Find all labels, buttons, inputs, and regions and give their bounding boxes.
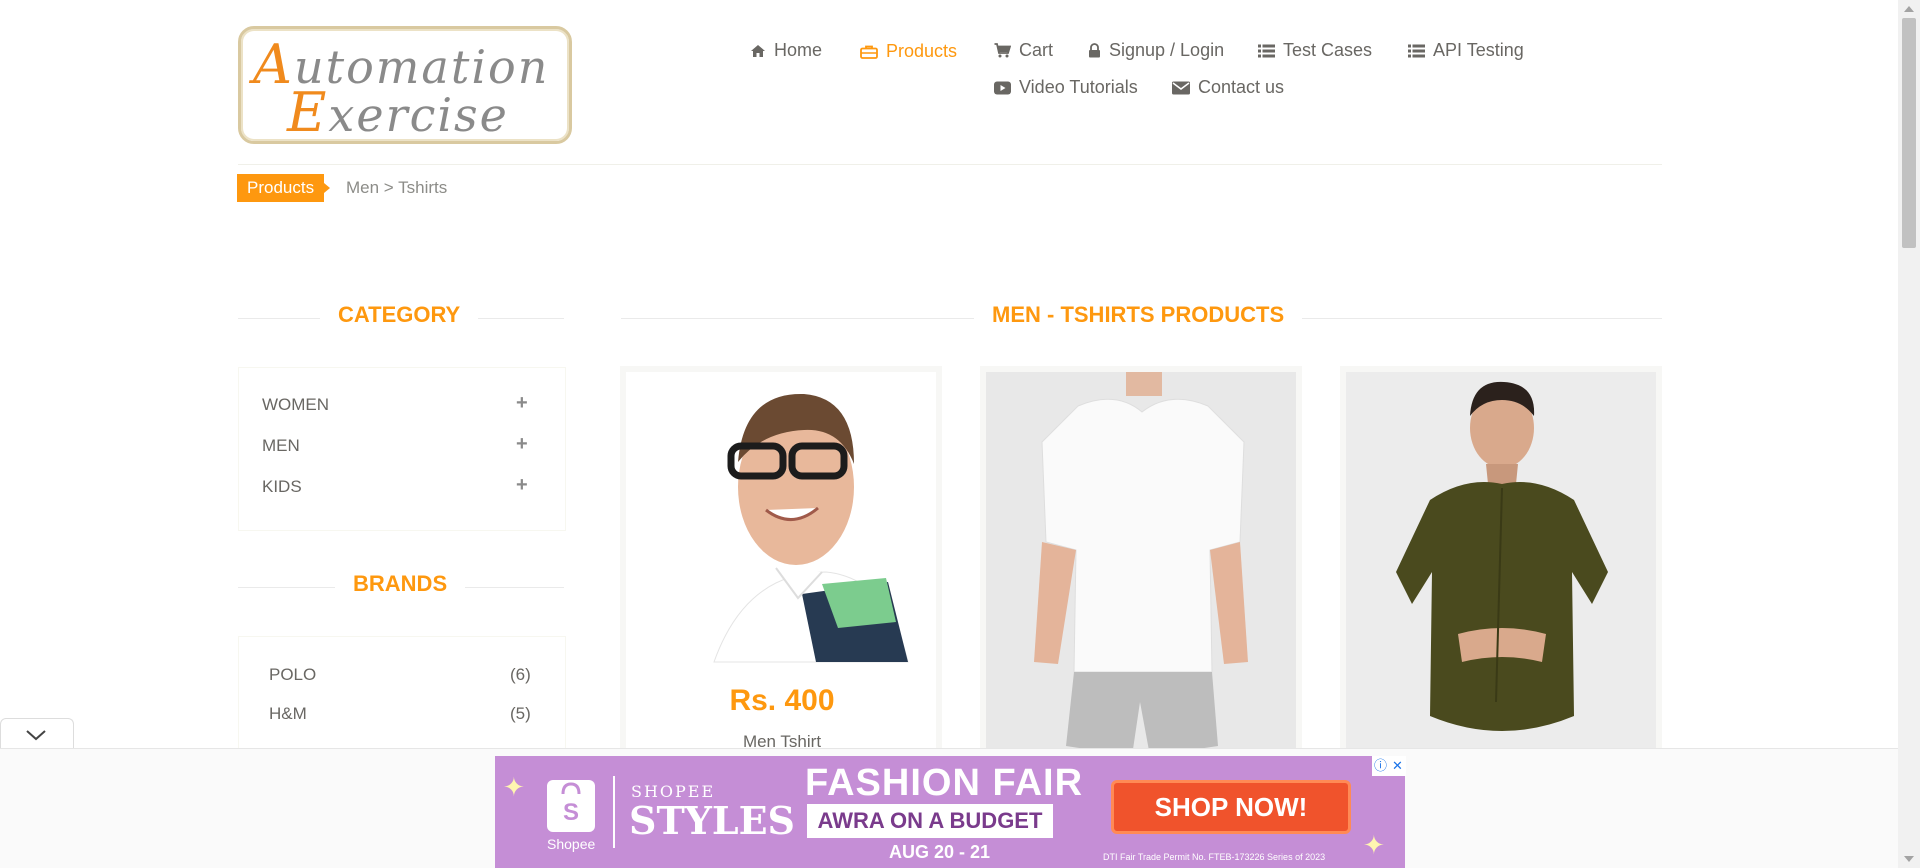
breadcrumb-products-link[interactable]: Products [237,174,331,202]
shopee-bag-icon: S [547,780,595,832]
product-card [1340,366,1662,756]
nav-api-testing-label: API Testing [1433,40,1524,60]
breadcrumb-path: Men > Tshirts [346,178,448,197]
product-price: Rs. 400 [729,684,835,717]
ad-permit-text: DTI Fair Trade Permit No. FTEB-173226 Se… [1103,852,1326,862]
sparkle-icon: ✦ [503,772,525,802]
svg-text:S: S [563,799,579,826]
cart-icon [994,43,1011,58]
sparkle-icon: ✦ [1363,830,1385,860]
nav-products-label: Products [886,41,958,61]
brands-panel [238,636,566,758]
brands-heading: Brands [335,571,466,597]
category-heading: Category [320,302,479,328]
header-divider [238,164,1662,165]
brand-polo-count: (6) [510,665,531,684]
nav-contact-us-label: Contact us [1198,77,1285,97]
nav-api-testing[interactable]: API Testing [1408,40,1524,61]
ad-shopee-label: Shopee [547,836,596,852]
nav-video-tutorials-label: Video Tutorials [1019,77,1138,97]
nav-video-tutorials[interactable]: Video Tutorials [994,77,1138,98]
ad-dates: AUG 20 - 21 [889,842,991,862]
nav-home-label: Home [774,40,823,60]
ad-brand-main: STYLES [629,798,795,843]
ad-headline: FASHION FAIR [805,762,1084,804]
ad-ribbon: AWRA ON A BUDGET [807,804,1053,838]
logo-line-2: Exercise [287,81,509,144]
brand-hm-count: (5) [510,704,531,723]
expand-women-toggle[interactable]: + [516,392,528,415]
page: Automation Exercise Home Products Cart S… [0,0,1898,868]
lock-icon [1088,43,1101,58]
scrollbar-thumb[interactable] [1902,18,1916,248]
nav-cart[interactable]: Cart [994,40,1053,61]
nav-signup-login-label: Signup / Login [1109,40,1225,60]
product-image [986,372,1296,756]
chevron-down-icon [26,730,46,741]
scroll-down-arrow-icon[interactable] [1904,856,1914,862]
category-women[interactable]: WOMEN [262,395,329,415]
product-card [980,366,1302,756]
envelope-icon [1172,81,1190,95]
product-photo-olive-shirt [1346,372,1656,756]
site-logo[interactable]: Automation Exercise [238,26,572,144]
expand-men-toggle[interactable]: + [516,433,528,456]
list-icon [1258,44,1275,58]
category-men[interactable]: MEN [262,436,300,456]
nav-contact-us[interactable]: Contact us [1172,77,1284,98]
ad-controls: ⓘ ✕ [1372,756,1406,776]
ad-info-icon[interactable]: ⓘ [1372,756,1389,776]
nav-test-cases[interactable]: Test Cases [1258,40,1372,61]
nav-signup-login[interactable]: Signup / Login [1088,40,1224,61]
ad-close-icon[interactable]: ✕ [1389,756,1406,776]
page-scrollbar[interactable] [1898,0,1920,868]
nav-cart-label: Cart [1019,40,1054,60]
product-image [1346,372,1656,756]
product-photo-white-tshirt [986,372,1296,756]
home-icon [750,44,766,58]
ad-banner[interactable]: ✦ S Shopee SHOPEE STYLES FASHION FAIR AW… [495,756,1405,868]
products-heading: Men - Tshirts Products [974,302,1303,328]
collapse-ad-tab[interactable] [0,718,74,750]
expand-kids-toggle[interactable]: + [516,474,528,497]
ad-shop-now-button[interactable]: SHOP NOW! [1111,780,1351,834]
scroll-up-arrow-icon[interactable] [1904,6,1914,12]
briefcase-icon [860,45,878,59]
brand-hm[interactable]: H&M [269,704,307,724]
brand-polo[interactable]: POLO [269,665,316,685]
category-kids[interactable]: KIDS [262,477,302,497]
nav-home[interactable]: Home [750,40,822,61]
youtube-icon [994,81,1011,95]
list-icon [1408,44,1425,58]
ad-divider [613,776,615,848]
nav-test-cases-label: Test Cases [1283,40,1373,60]
nav-products[interactable]: Products [860,41,957,62]
